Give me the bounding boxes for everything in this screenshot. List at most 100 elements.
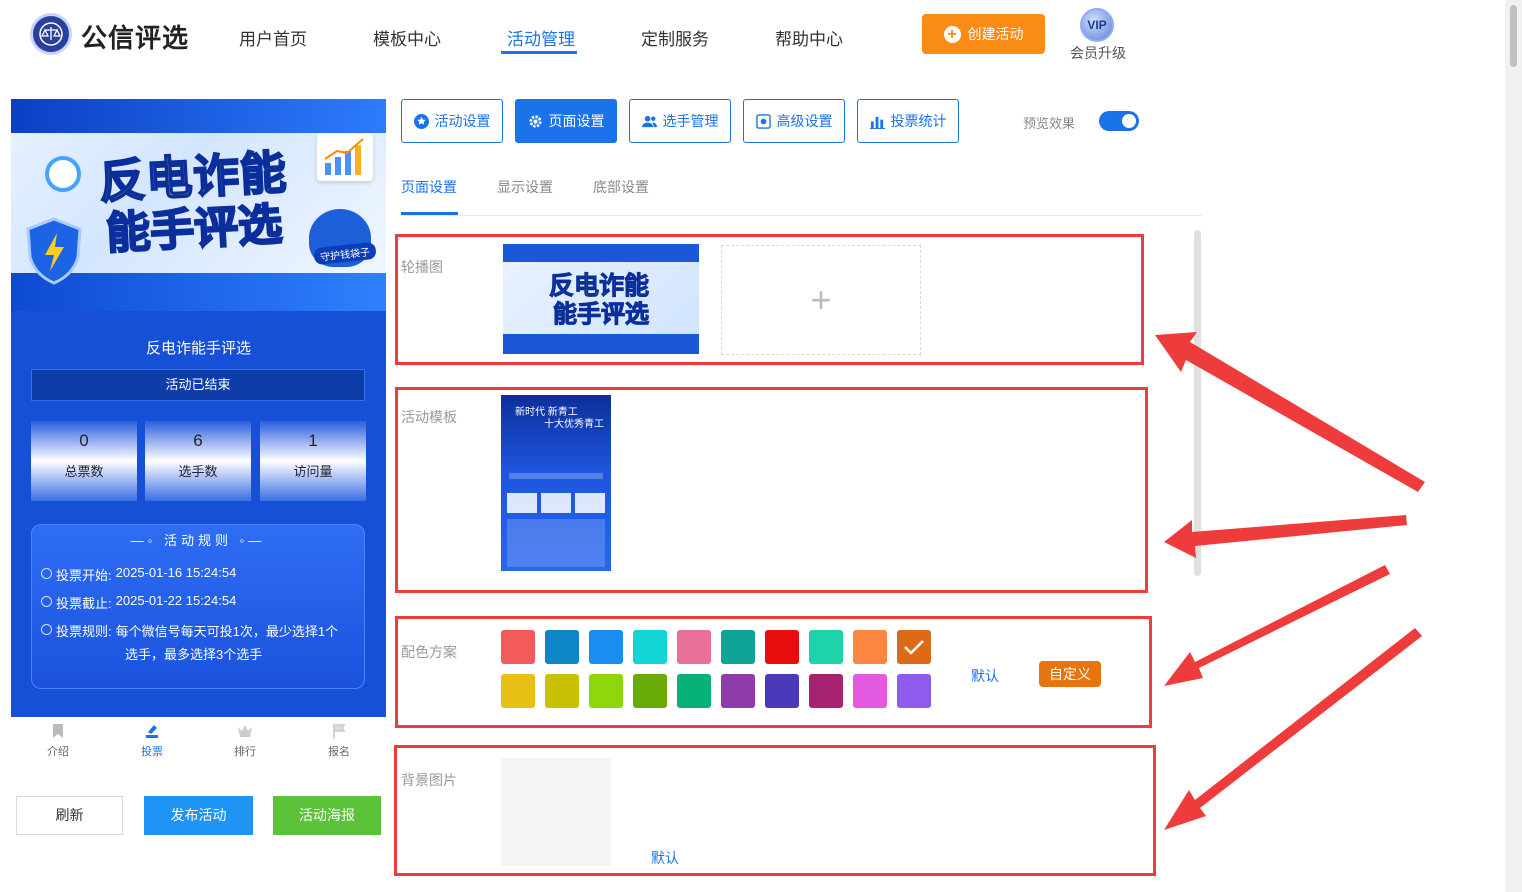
page-settings-button[interactable]: 页面设置 xyxy=(515,99,617,143)
vip-upgrade-link[interactable]: 会员升级 xyxy=(1070,43,1126,63)
create-activity-label: 创建活动 xyxy=(967,26,1024,42)
carousel-image[interactable]: 反电诈能 能手评选 xyxy=(503,244,699,354)
panel-scrollbar[interactable] xyxy=(1194,230,1201,576)
activity-title: 反电诈能手评选 xyxy=(145,340,251,357)
color-swatch[interactable] xyxy=(809,674,843,708)
subtab-footer-settings[interactable]: 底部设置 xyxy=(593,177,649,197)
banner-title-line2: 能手评选 xyxy=(104,199,284,259)
color-swatch[interactable] xyxy=(853,630,887,664)
logo-icon[interactable] xyxy=(30,13,72,55)
subtab-active-indicator xyxy=(401,212,458,215)
brand-name[interactable]: 公信评选 xyxy=(81,18,189,55)
stat-label: 访问量 xyxy=(293,464,333,479)
rule-detail-line1: 每个微信号每天可投1次，最少选择1个 xyxy=(115,624,339,639)
color-swatch[interactable] xyxy=(677,674,711,708)
preview-tabbar: 介绍 投票 排行 报名 xyxy=(11,717,386,769)
rules-panel: —◦ 活动规则 ◦— 投票开始: 2025-01-16 15:24:54 投票截… xyxy=(31,524,365,689)
rule-detail: 投票规则: 每个微信号每天可投1次，最少选择1个 xyxy=(41,621,338,640)
template-thumbnail[interactable]: 新时代 新青工 十大优秀青工 xyxy=(501,395,611,587)
color-default-link[interactable]: 默认 xyxy=(971,666,999,686)
arrow-to-background xyxy=(1164,628,1422,830)
subtab-page-settings[interactable]: 页面设置 xyxy=(401,177,457,197)
color-swatch[interactable] xyxy=(897,630,931,664)
color-swatch[interactable] xyxy=(721,674,755,708)
carousel-label: 轮播图 xyxy=(401,259,443,275)
color-swatch[interactable] xyxy=(501,630,535,664)
subtab-divider xyxy=(401,215,1202,216)
color-custom-button[interactable]: 自定义 xyxy=(1039,661,1101,687)
rule-end-label: 投票截止: xyxy=(56,596,112,611)
rule-detail-line2: 选手，最多选择3个选手 xyxy=(125,647,263,662)
background-image-upload[interactable] xyxy=(501,758,611,866)
stat-contestants: 6 选手数 xyxy=(145,421,251,501)
rules-title-text: 活动规则 xyxy=(163,533,232,548)
tab-ranking[interactable]: 排行 xyxy=(215,723,275,759)
stat-label: 总票数 xyxy=(64,464,104,479)
background-default-link[interactable]: 默认 xyxy=(651,848,679,868)
color-swatch[interactable] xyxy=(633,630,667,664)
color-swatch[interactable] xyxy=(501,674,535,708)
checkmark-icon xyxy=(904,640,924,655)
color-swatch[interactable] xyxy=(765,630,799,664)
color-swatch[interactable] xyxy=(809,630,843,664)
color-swatch[interactable] xyxy=(589,674,623,708)
color-swatch[interactable] xyxy=(545,630,579,664)
button-label: 活动设置 xyxy=(434,113,491,129)
preview-toggle[interactable] xyxy=(1099,111,1139,131)
nav-templates[interactable]: 模板中心 xyxy=(373,25,441,50)
activity-poster-button[interactable]: 活动海报 xyxy=(273,796,381,835)
refresh-button[interactable]: 刷新 xyxy=(16,796,123,835)
stat-label: 选手数 xyxy=(178,464,218,479)
crown-icon xyxy=(238,725,252,737)
template-label: 活动模板 xyxy=(401,409,457,425)
carousel-title-line2: 能手评选 xyxy=(553,301,650,329)
rule-detail-label: 投票规则: xyxy=(56,624,112,639)
tab-label: 介绍 xyxy=(47,746,69,758)
tab-vote[interactable]: 投票 xyxy=(122,723,182,759)
stat-visits: 1 访问量 xyxy=(260,421,366,501)
plus-circle-icon: + xyxy=(943,25,961,43)
vip-icon[interactable]: VIP xyxy=(1080,8,1114,42)
page-scrollbar[interactable] xyxy=(1505,0,1522,892)
color-swatch[interactable] xyxy=(721,630,755,664)
nav-custom-service[interactable]: 定制服务 xyxy=(641,25,709,50)
contestant-manage-button[interactable]: 选手管理 xyxy=(629,99,731,143)
nav-help[interactable]: 帮助中心 xyxy=(775,25,843,50)
tab-intro[interactable]: 介绍 xyxy=(28,723,88,759)
preview-banner: 守护钱袋子 反电诈能 能手评选 xyxy=(11,99,386,311)
create-activity-button[interactable]: + 创建活动 xyxy=(922,14,1045,54)
vote-stats-button[interactable]: 投票统计 xyxy=(857,99,959,143)
stat-value: 1 xyxy=(308,431,318,450)
activity-status: 活动已结束 xyxy=(31,369,365,401)
color-swatch[interactable] xyxy=(633,674,667,708)
color-swatch[interactable] xyxy=(589,630,623,664)
tab-label: 排行 xyxy=(234,746,256,758)
stat-total-votes: 0 总票数 xyxy=(31,421,137,501)
advanced-settings-button[interactable]: 高级设置 xyxy=(743,99,845,143)
color-swatch[interactable] xyxy=(545,674,579,708)
activity-settings-button[interactable]: 活动设置 xyxy=(401,99,503,143)
star-icon xyxy=(413,113,429,129)
tab-signup[interactable]: 报名 xyxy=(309,723,369,759)
color-swatch[interactable] xyxy=(677,630,711,664)
tab-label: 报名 xyxy=(328,746,350,758)
nav-activity-manage[interactable]: 活动管理 xyxy=(507,25,575,50)
subtab-display-settings[interactable]: 显示设置 xyxy=(497,177,553,197)
publish-activity-button[interactable]: 发布活动 xyxy=(144,796,253,835)
nav-home[interactable]: 用户首页 xyxy=(239,25,307,50)
color-swatch[interactable] xyxy=(853,674,887,708)
color-swatch[interactable] xyxy=(765,674,799,708)
mobile-preview: 守护钱袋子 反电诈能 能手评选 反电诈能手评选 活动已结束 0 总票数 6 选手… xyxy=(11,99,386,717)
color-scheme-label: 配色方案 xyxy=(401,644,457,660)
stat-value: 6 xyxy=(193,431,203,450)
nav-active-indicator xyxy=(501,51,577,54)
users-icon xyxy=(641,115,657,127)
carousel-upload-button[interactable]: + xyxy=(721,245,921,355)
info-icon xyxy=(41,624,52,635)
rule-end-value: 2025-01-22 15:24:54 xyxy=(115,593,237,608)
shield-icon xyxy=(26,217,82,285)
template-line2: 十大优秀青工 xyxy=(544,419,604,430)
check-badge-icon xyxy=(45,156,81,192)
arrow-to-color xyxy=(1164,565,1390,686)
color-swatch[interactable] xyxy=(897,674,931,708)
